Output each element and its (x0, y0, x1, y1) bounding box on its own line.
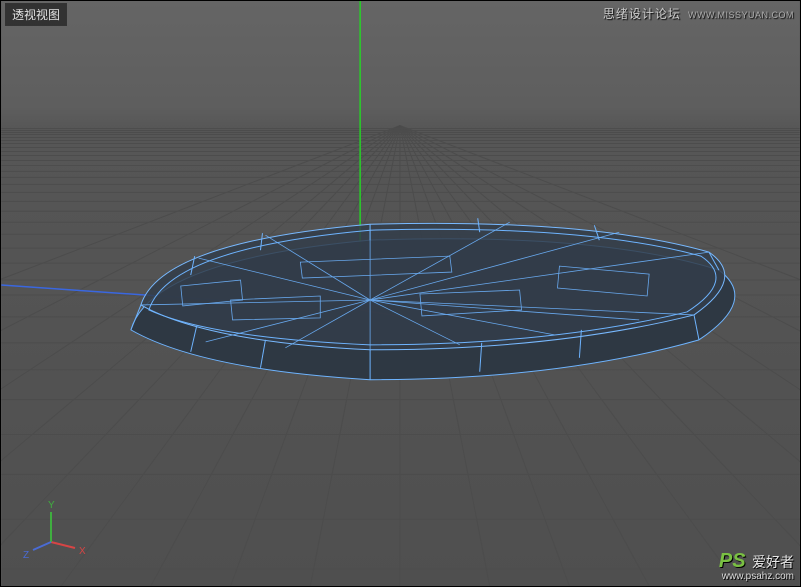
viewport-name-text: 透视视图 (12, 8, 60, 22)
watermark-brand: PS (719, 550, 746, 573)
scene-canvas[interactable] (1, 1, 800, 586)
watermark-bottom: PS 爱好者 www.psahz.com (719, 550, 794, 582)
watermark-top-url: WWW.MISSYUAN.COM (688, 10, 794, 20)
perspective-viewport[interactable]: 透视视图 思绪设计论坛 WWW.MISSYUAN.COM (0, 0, 801, 587)
watermark-bottom-url: www.psahz.com (719, 571, 794, 582)
viewport-name-label: 透视视图 (5, 3, 67, 26)
watermark-top: 思绪设计论坛 WWW.MISSYUAN.COM (603, 5, 794, 22)
watermark-top-cn: 思绪设计论坛 (603, 7, 681, 21)
watermark-bottom-cn: 爱好者 (752, 554, 794, 570)
